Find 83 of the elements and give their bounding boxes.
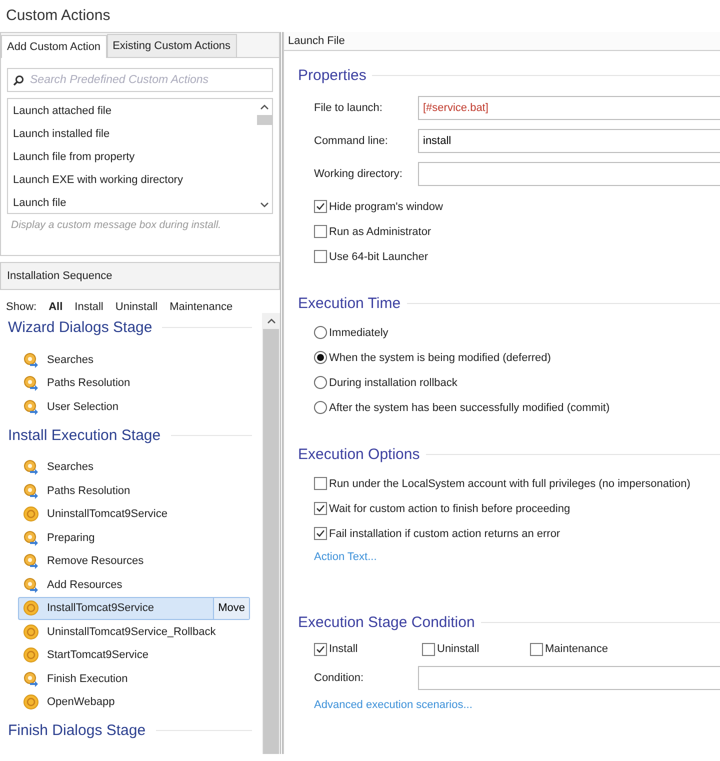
input-field[interactable] [418, 162, 720, 186]
sequence-item[interactable]: InstallTomcat9Service Move [18, 596, 250, 620]
radio-label: After the system has been successfully modified (commit) [329, 402, 610, 414]
radio-label: Immediately [329, 326, 388, 338]
sequence-item[interactable]: Finish Execution [18, 667, 250, 690]
field-label: File to launch: [314, 102, 384, 114]
radio-label: When the system is being modified (deferred) [329, 352, 551, 364]
checkbox-label: Uninstall [437, 643, 480, 655]
chevron-up-icon[interactable] [260, 104, 268, 110]
checkbox-label: Hide program's window [329, 200, 443, 212]
panel-header: Launch File [284, 32, 720, 51]
list-item[interactable]: Launch attached file [8, 100, 256, 123]
radio-button[interactable] [314, 326, 327, 339]
list-item[interactable]: Launch installed file [8, 123, 256, 146]
disc-icon [23, 506, 39, 522]
sequence-item[interactable]: UninstallTomcat9Service_Rollback [18, 620, 250, 644]
checkbox[interactable] [314, 477, 327, 490]
disc-icon [23, 600, 39, 616]
action-description: Display a custom message box during install. [10, 218, 222, 233]
sequence-item[interactable]: Searches [18, 348, 250, 372]
show-label: Show: [6, 301, 37, 313]
tab[interactable]: Existing Custom Actions [106, 34, 237, 57]
disc-icon [23, 624, 39, 640]
chevron-up-icon[interactable] [266, 318, 276, 324]
checkbox-label: Install [329, 643, 358, 655]
field-label: Condition: [314, 672, 365, 684]
scroll-thumb[interactable] [256, 115, 272, 125]
filter-link[interactable]: Uninstall [115, 301, 158, 313]
filter-link[interactable]: Install [74, 301, 104, 313]
checkbox-label: Maintenance [545, 643, 608, 655]
sequence-item[interactable]: StartTomcat9Service [18, 644, 250, 667]
list-item[interactable]: Launch file [8, 192, 256, 215]
radio-button[interactable] [314, 351, 327, 364]
checkbox[interactable] [314, 527, 327, 540]
list-item[interactable]: Launch file from property [8, 146, 256, 169]
checkbox-label: Wait for custom action to finish before proceeding [329, 502, 570, 514]
radio-label: During installation rollback [329, 376, 458, 388]
panel-header: Installation Sequence [0, 262, 280, 290]
sequence-item[interactable]: User Selection [18, 395, 250, 418]
checkbox[interactable] [314, 642, 327, 656]
checkbox[interactable] [314, 250, 327, 263]
sequence-item[interactable]: Add Resources [18, 573, 250, 596]
checkbox-label: Fail installation if custom action returns an error [329, 528, 560, 540]
checkbox[interactable] [422, 642, 435, 656]
filter-link[interactable]: Maintenance [170, 301, 233, 313]
sequence-item[interactable]: Paths Resolution [18, 372, 250, 395]
field-label: Command line: [314, 134, 389, 146]
section-heading: Execution Time [298, 294, 401, 312]
stage-heading: Finish Dialogs Stage [8, 722, 146, 739]
radio-button[interactable] [314, 376, 327, 389]
search-field[interactable]: Search Predefined Custom Actions [7, 68, 273, 92]
sequence-item[interactable]: Preparing [18, 526, 250, 550]
radio-button[interactable] [314, 401, 327, 414]
move-button[interactable]: Move [213, 598, 249, 619]
checkbox[interactable] [314, 225, 327, 238]
checkbox[interactable] [314, 502, 327, 515]
list-item[interactable]: Launch EXE with working directory [8, 169, 256, 192]
checkbox[interactable] [530, 642, 543, 656]
filter-link[interactable]: All [48, 301, 63, 313]
sequence-item[interactable]: OpenWebapp [18, 690, 250, 714]
section-heading: Execution Options [298, 446, 420, 462]
input-field[interactable]: install [418, 128, 720, 152]
input-field[interactable]: [#service.bat] [418, 96, 720, 120]
chevron-down-icon[interactable] [260, 202, 268, 208]
search-icon [13, 75, 24, 86]
field-label: Working directory: [314, 168, 404, 180]
checkbox-label: Run as Administrator [329, 226, 432, 238]
checkbox[interactable] [314, 200, 327, 213]
disc-icon [23, 647, 39, 664]
checkbox-label: Run under the LocalSystem account with full privileges (no impersonation) [329, 478, 690, 490]
tab[interactable]: Add Custom Action [1, 35, 107, 58]
section-heading: Execution Stage Condition [298, 614, 475, 630]
sequence-item[interactable]: Paths Resolution [18, 479, 250, 502]
section-heading: Properties [298, 66, 366, 84]
sequence-item[interactable]: Remove Resources [18, 550, 250, 573]
disc-icon [23, 694, 39, 710]
sequence-item[interactable]: Searches [18, 456, 250, 479]
checkbox-label: Use 64-bit Launcher [329, 250, 428, 262]
stage-heading: Wizard Dialogs Stage [8, 319, 152, 336]
input-field[interactable] [418, 666, 720, 690]
sequence-item[interactable]: UninstallTomcat9Service [18, 502, 250, 526]
stage-heading: Install Execution Stage [8, 426, 161, 444]
window-title: Custom Actions [5, 6, 112, 26]
